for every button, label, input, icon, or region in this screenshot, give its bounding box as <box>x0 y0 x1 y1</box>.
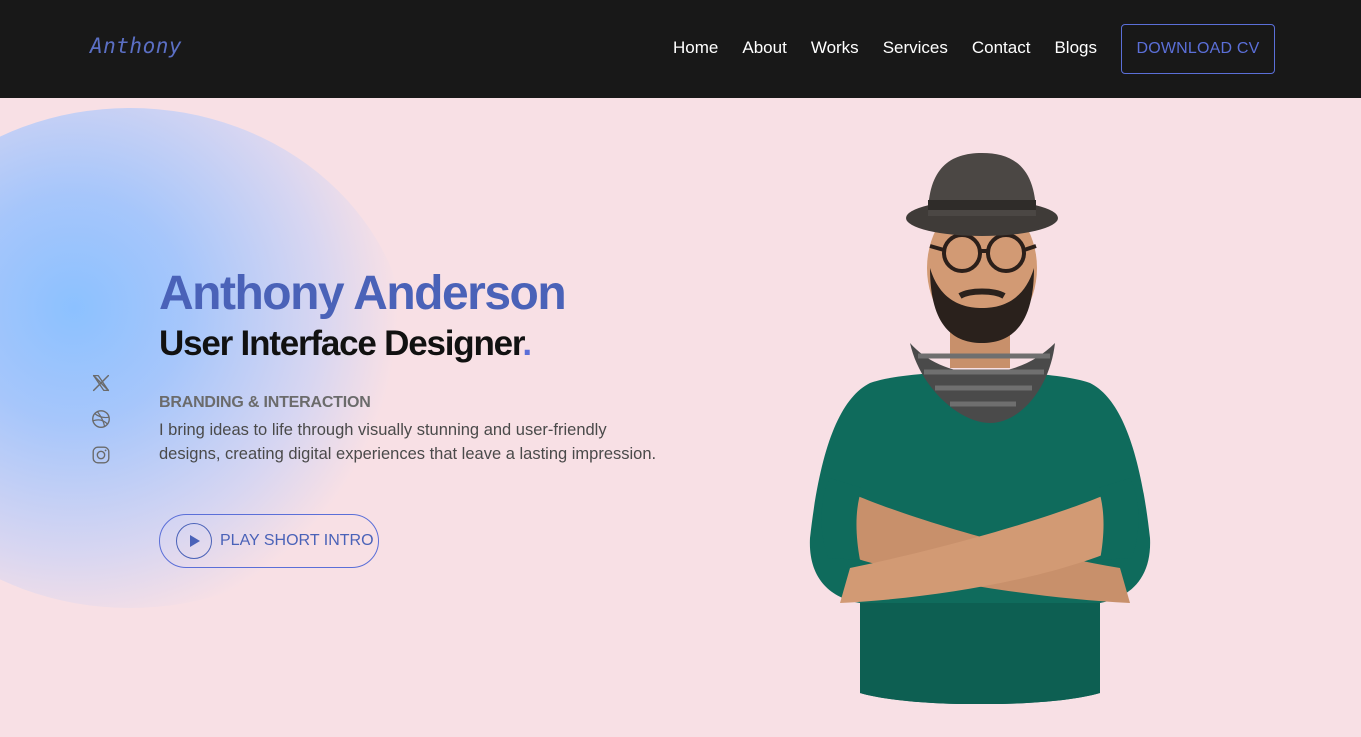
site-logo[interactable]: Anthony <box>90 34 182 58</box>
hero-description: I bring ideas to life through visually s… <box>159 421 657 463</box>
nav-services-link[interactable]: Services <box>883 38 948 58</box>
top-navbar: Anthony Home About Works Services Contac… <box>0 0 1361 98</box>
portrait-image <box>809 153 1151 704</box>
main-menu: Home About Works Services Contact Blogs <box>673 38 1097 58</box>
dribbble-icon[interactable] <box>90 408 112 430</box>
nav-about-link[interactable]: About <box>742 38 786 58</box>
role-text: User Interface Designer <box>159 324 524 363</box>
nav-home-link[interactable]: Home <box>673 38 718 58</box>
play-icon <box>176 523 212 559</box>
hero-section: Anthony Anderson User Interface Designer… <box>0 98 1361 737</box>
hero-name: Anthony Anderson <box>159 267 567 320</box>
instagram-icon[interactable] <box>90 444 112 466</box>
nav-contact-link[interactable]: Contact <box>972 38 1031 58</box>
social-links <box>90 372 112 466</box>
play-intro-label: PLAY SHORT INTRO <box>220 532 374 549</box>
role-dot: . <box>522 324 532 363</box>
play-intro-button[interactable]: PLAY SHORT INTRO <box>159 514 379 568</box>
hero-tagline: BRANDING & INTERACTION <box>159 394 371 411</box>
download-cv-button[interactable]: DOWNLOAD CV <box>1121 24 1275 74</box>
nav-works-link[interactable]: Works <box>811 38 859 58</box>
x-icon[interactable] <box>90 372 112 394</box>
nav-blogs-link[interactable]: Blogs <box>1054 38 1097 58</box>
hero-role: User Interface Designer. <box>159 324 532 364</box>
